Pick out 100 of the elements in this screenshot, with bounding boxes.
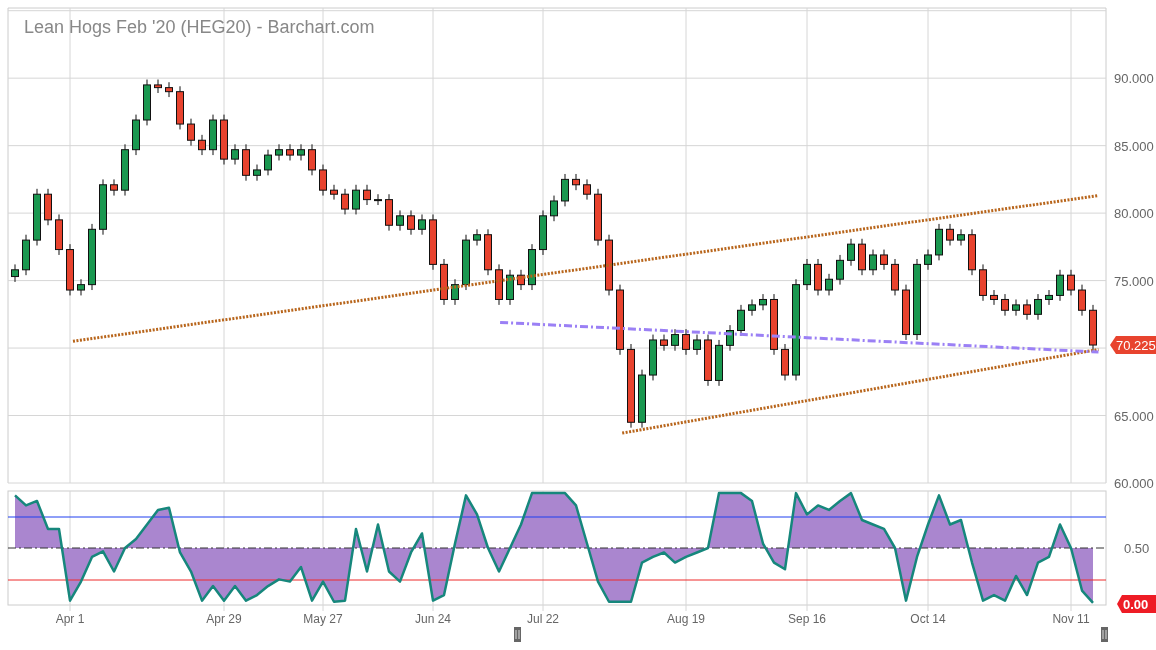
candlestick [979, 263, 987, 302]
candlestick [286, 143, 294, 161]
candlestick [319, 164, 327, 197]
candlestick [946, 223, 954, 246]
candlestick [121, 143, 129, 197]
candlestick [352, 184, 360, 215]
candlestick [275, 143, 283, 161]
candlestick [891, 258, 899, 296]
candlestick [957, 228, 965, 246]
candlestick [242, 143, 250, 182]
candlestick [198, 134, 206, 156]
candlestick [1078, 284, 1086, 317]
candlestick [539, 209, 547, 256]
y-tick-label: 80.000 [1114, 206, 1154, 222]
candlestick [1056, 269, 1064, 302]
candlestick [495, 263, 503, 306]
candlestick [231, 143, 239, 166]
y-tick-label: 0.50 [1124, 541, 1150, 556]
candlestick [693, 334, 701, 356]
candlestick [1045, 289, 1053, 306]
candlestick [825, 273, 833, 296]
x-tick-label: Apr 29 [206, 612, 242, 626]
candlestick [462, 234, 470, 291]
candlestick [781, 343, 789, 381]
candlestick [671, 328, 679, 352]
candlestick [836, 254, 844, 286]
candlestick [407, 209, 415, 236]
candlestick [253, 164, 261, 182]
candlestick [154, 79, 162, 94]
candlestick [649, 334, 657, 381]
candlestick [616, 284, 624, 356]
candlestick [55, 213, 63, 256]
y-tick-label: 90.000 [1114, 71, 1154, 87]
trend-line[interactable] [72, 194, 1099, 343]
candlestick [638, 369, 646, 429]
candlestick [924, 249, 932, 271]
candlestick [451, 278, 459, 306]
candlestick [473, 228, 481, 246]
candlestick [506, 269, 514, 306]
candlestick [66, 243, 74, 296]
candlestick [1089, 304, 1097, 352]
candlestick [429, 213, 437, 271]
candlestick [33, 188, 41, 246]
y-tick-label: 60.000 [1114, 476, 1154, 491]
candlestick [550, 195, 558, 222]
candlestick [1001, 293, 1009, 317]
x-tick-label: Apr 1 [55, 612, 85, 626]
candlestick [770, 293, 778, 356]
candlestick [759, 293, 767, 311]
candlestick [264, 149, 272, 176]
candlestick [990, 289, 998, 306]
y-tick-label: 65.000 [1114, 408, 1154, 424]
candlestick [660, 334, 668, 352]
y-tick-label: 0.00 [1123, 597, 1149, 612]
candlestick [594, 188, 602, 246]
candlestick [572, 173, 580, 191]
candlestick [484, 228, 492, 276]
candlestick [880, 249, 888, 271]
candlestick [1023, 299, 1031, 321]
candlestick [132, 114, 140, 156]
candlestick [88, 223, 96, 291]
candlestick [869, 249, 877, 276]
candlestick [209, 114, 217, 156]
candlestick [374, 193, 382, 206]
candlestick [44, 188, 52, 226]
candlestick [165, 81, 173, 98]
candlestick [517, 269, 525, 291]
candlestick [220, 114, 228, 166]
candlestick [22, 234, 30, 276]
scroll-handle-icon[interactable] [1101, 627, 1108, 642]
candlestick [341, 188, 349, 215]
candlestick [418, 213, 426, 236]
candlestick [858, 238, 866, 276]
candlestick [396, 209, 404, 232]
candlestick [715, 339, 723, 387]
x-tick-label: Nov 11 [1052, 612, 1090, 626]
candlestick [968, 228, 976, 276]
trend-line[interactable] [500, 320, 1099, 354]
candlestick [726, 324, 734, 352]
candlestick [187, 118, 195, 147]
candlestick [11, 263, 19, 283]
candlestick [99, 178, 107, 236]
candlestick [528, 243, 536, 291]
x-tick-label: Jun 24 [415, 612, 451, 626]
candlestick [176, 85, 184, 130]
candlestick [682, 328, 690, 356]
candlestick [1034, 293, 1042, 321]
candlestick [748, 299, 756, 317]
candlestick [110, 178, 118, 197]
scroll-handle-icon[interactable] [514, 627, 521, 642]
x-tick-label: Sep 16 [788, 612, 826, 626]
candlestick [803, 258, 811, 291]
candlestick [1012, 299, 1020, 317]
candlestick [330, 184, 338, 201]
candlestick [561, 173, 569, 207]
last-price-tag: 70.225 [1110, 336, 1156, 354]
candlestick [77, 278, 85, 296]
candlestick [814, 258, 822, 296]
candlestick [363, 184, 371, 206]
chart-title: Lean Hogs Feb '20 (HEG20) - Barchart.com [24, 17, 375, 38]
